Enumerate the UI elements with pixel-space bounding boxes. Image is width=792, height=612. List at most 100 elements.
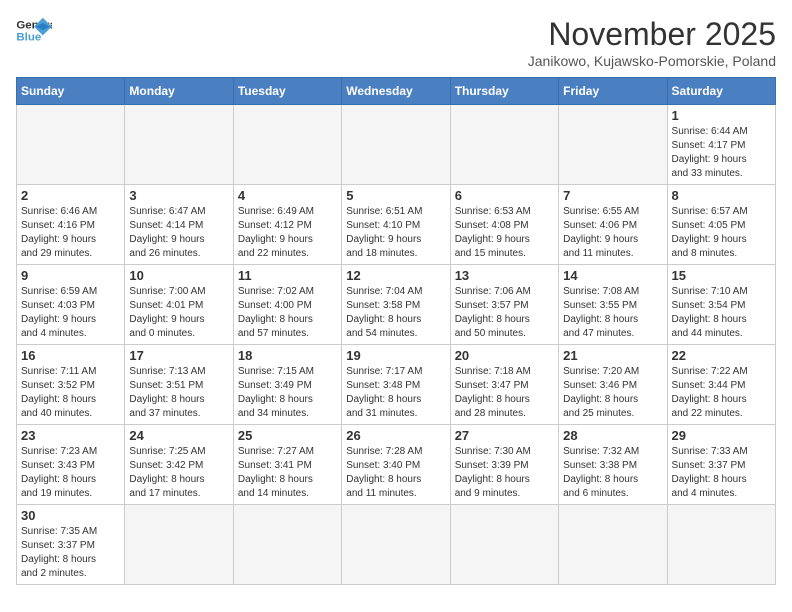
calendar-cell: 1 Sunrise: 6:44 AM Sunset: 4:17 PM Daylig…	[667, 105, 775, 185]
day-info: Sunrise: 7:15 AM Sunset: 3:49 PM Dayligh…	[238, 365, 337, 421]
calendar-cell: 25 Sunrise: 7:27 AM Sunset: 3:41 PM Dayli…	[233, 425, 341, 505]
weekday-header-tuesday: Tuesday	[233, 78, 341, 105]
day-number: 29	[672, 428, 771, 443]
day-number: 17	[129, 348, 228, 363]
calendar-cell: 20 Sunrise: 7:18 AM Sunset: 3:47 PM Dayli…	[450, 345, 558, 425]
calendar-cell	[125, 105, 233, 185]
calendar-cell	[559, 505, 667, 585]
day-info: Sunrise: 6:44 AM Sunset: 4:17 PM Dayligh…	[672, 125, 771, 181]
day-number: 12	[346, 268, 445, 283]
day-info: Sunrise: 7:10 AM Sunset: 3:54 PM Dayligh…	[672, 285, 771, 341]
svg-text:Blue: Blue	[16, 32, 41, 44]
day-info: Sunrise: 6:55 AM Sunset: 4:06 PM Dayligh…	[563, 205, 662, 261]
location-title: Janikowo, Kujawsko-Pomorskie, Poland	[528, 53, 776, 69]
calendar-cell: 9 Sunrise: 6:59 AM Sunset: 4:03 PM Daylig…	[17, 265, 125, 345]
weekday-header-sunday: Sunday	[17, 78, 125, 105]
day-info: Sunrise: 7:33 AM Sunset: 3:37 PM Dayligh…	[672, 445, 771, 501]
calendar-cell: 30 Sunrise: 7:35 AM Sunset: 3:37 PM Dayli…	[17, 505, 125, 585]
week-row-5: 23 Sunrise: 7:23 AM Sunset: 3:43 PM Dayli…	[17, 425, 776, 505]
title-area: November 2025 Janikowo, Kujawsko-Pomorsk…	[528, 16, 776, 69]
day-info: Sunrise: 7:23 AM Sunset: 3:43 PM Dayligh…	[21, 445, 120, 501]
calendar-cell: 3Sunrise: 6:47 AM Sunset: 4:14 PM Daylig…	[125, 185, 233, 265]
day-number: 20	[455, 348, 554, 363]
day-info: Sunrise: 7:20 AM Sunset: 3:46 PM Dayligh…	[563, 365, 662, 421]
calendar-cell: 23 Sunrise: 7:23 AM Sunset: 3:43 PM Dayli…	[17, 425, 125, 505]
day-number: 16	[21, 348, 120, 363]
calendar-cell: 15 Sunrise: 7:10 AM Sunset: 3:54 PM Dayli…	[667, 265, 775, 345]
calendar-cell	[125, 505, 233, 585]
day-number: 5	[346, 188, 445, 203]
day-number: 15	[672, 268, 771, 283]
calendar-cell	[667, 505, 775, 585]
day-info: Sunrise: 7:35 AM Sunset: 3:37 PM Dayligh…	[21, 525, 120, 581]
calendar-cell: 14 Sunrise: 7:08 AM Sunset: 3:55 PM Dayli…	[559, 265, 667, 345]
day-info: Sunrise: 6:57 AM Sunset: 4:05 PM Dayligh…	[672, 205, 771, 261]
day-number: 25	[238, 428, 337, 443]
calendar-cell: 17 Sunrise: 7:13 AM Sunset: 3:51 PM Dayli…	[125, 345, 233, 425]
day-info: Sunrise: 6:49 AM Sunset: 4:12 PM Dayligh…	[238, 205, 337, 261]
weekday-header-monday: Monday	[125, 78, 233, 105]
day-info: Sunrise: 7:27 AM Sunset: 3:41 PM Dayligh…	[238, 445, 337, 501]
calendar-cell: 8Sunrise: 6:57 AM Sunset: 4:05 PM Daylig…	[667, 185, 775, 265]
day-number: 26	[346, 428, 445, 443]
day-info: Sunrise: 7:08 AM Sunset: 3:55 PM Dayligh…	[563, 285, 662, 341]
weekday-header-friday: Friday	[559, 78, 667, 105]
week-row-1: 1 Sunrise: 6:44 AM Sunset: 4:17 PM Daylig…	[17, 105, 776, 185]
day-number: 14	[563, 268, 662, 283]
day-number: 1	[672, 108, 771, 123]
day-info: Sunrise: 7:17 AM Sunset: 3:48 PM Dayligh…	[346, 365, 445, 421]
weekday-header-thursday: Thursday	[450, 78, 558, 105]
calendar-cell: 4Sunrise: 6:49 AM Sunset: 4:12 PM Daylig…	[233, 185, 341, 265]
calendar-cell: 28 Sunrise: 7:32 AM Sunset: 3:38 PM Dayli…	[559, 425, 667, 505]
day-info: Sunrise: 7:04 AM Sunset: 3:58 PM Dayligh…	[346, 285, 445, 341]
calendar-cell	[342, 505, 450, 585]
calendar: SundayMondayTuesdayWednesdayThursdayFrid…	[16, 77, 776, 585]
day-number: 23	[21, 428, 120, 443]
day-info: Sunrise: 7:13 AM Sunset: 3:51 PM Dayligh…	[129, 365, 228, 421]
calendar-cell: 12 Sunrise: 7:04 AM Sunset: 3:58 PM Dayli…	[342, 265, 450, 345]
calendar-cell	[17, 105, 125, 185]
week-row-3: 9 Sunrise: 6:59 AM Sunset: 4:03 PM Daylig…	[17, 265, 776, 345]
day-info: Sunrise: 7:30 AM Sunset: 3:39 PM Dayligh…	[455, 445, 554, 501]
day-info: Sunrise: 7:28 AM Sunset: 3:40 PM Dayligh…	[346, 445, 445, 501]
day-number: 28	[563, 428, 662, 443]
calendar-cell: 10 Sunrise: 7:00 AM Sunset: 4:01 PM Dayli…	[125, 265, 233, 345]
calendar-cell: 26 Sunrise: 7:28 AM Sunset: 3:40 PM Dayli…	[342, 425, 450, 505]
logo: General Blue	[16, 16, 52, 46]
day-number: 9	[21, 268, 120, 283]
weekday-header-row: SundayMondayTuesdayWednesdayThursdayFrid…	[17, 78, 776, 105]
day-info: Sunrise: 6:46 AM Sunset: 4:16 PM Dayligh…	[21, 205, 120, 261]
day-info: Sunrise: 6:53 AM Sunset: 4:08 PM Dayligh…	[455, 205, 554, 261]
day-info: Sunrise: 7:00 AM Sunset: 4:01 PM Dayligh…	[129, 285, 228, 341]
month-title: November 2025	[528, 16, 776, 53]
day-number: 6	[455, 188, 554, 203]
day-number: 24	[129, 428, 228, 443]
calendar-cell: 7Sunrise: 6:55 AM Sunset: 4:06 PM Daylig…	[559, 185, 667, 265]
day-info: Sunrise: 7:25 AM Sunset: 3:42 PM Dayligh…	[129, 445, 228, 501]
week-row-2: 2Sunrise: 6:46 AM Sunset: 4:16 PM Daylig…	[17, 185, 776, 265]
calendar-cell: 5 Sunrise: 6:51 AM Sunset: 4:10 PM Daylig…	[342, 185, 450, 265]
calendar-cell: 24 Sunrise: 7:25 AM Sunset: 3:42 PM Dayli…	[125, 425, 233, 505]
day-number: 22	[672, 348, 771, 363]
calendar-cell: 27Sunrise: 7:30 AM Sunset: 3:39 PM Dayli…	[450, 425, 558, 505]
calendar-cell: 11Sunrise: 7:02 AM Sunset: 4:00 PM Dayli…	[233, 265, 341, 345]
calendar-cell	[233, 505, 341, 585]
day-number: 30	[21, 508, 120, 523]
day-info: Sunrise: 6:51 AM Sunset: 4:10 PM Dayligh…	[346, 205, 445, 261]
day-info: Sunrise: 7:22 AM Sunset: 3:44 PM Dayligh…	[672, 365, 771, 421]
day-info: Sunrise: 6:59 AM Sunset: 4:03 PM Dayligh…	[21, 285, 120, 341]
day-info: Sunrise: 7:02 AM Sunset: 4:00 PM Dayligh…	[238, 285, 337, 341]
calendar-cell: 19Sunrise: 7:17 AM Sunset: 3:48 PM Dayli…	[342, 345, 450, 425]
week-row-6: 30 Sunrise: 7:35 AM Sunset: 3:37 PM Dayli…	[17, 505, 776, 585]
calendar-cell: 22 Sunrise: 7:22 AM Sunset: 3:44 PM Dayli…	[667, 345, 775, 425]
weekday-header-wednesday: Wednesday	[342, 78, 450, 105]
calendar-cell: 18Sunrise: 7:15 AM Sunset: 3:49 PM Dayli…	[233, 345, 341, 425]
week-row-4: 16Sunrise: 7:11 AM Sunset: 3:52 PM Dayli…	[17, 345, 776, 425]
logo-icon: General Blue	[16, 16, 52, 46]
calendar-cell: 13Sunrise: 7:06 AM Sunset: 3:57 PM Dayli…	[450, 265, 558, 345]
day-info: Sunrise: 7:18 AM Sunset: 3:47 PM Dayligh…	[455, 365, 554, 421]
calendar-cell: 21Sunrise: 7:20 AM Sunset: 3:46 PM Dayli…	[559, 345, 667, 425]
day-number: 10	[129, 268, 228, 283]
day-number: 3	[129, 188, 228, 203]
day-info: Sunrise: 7:32 AM Sunset: 3:38 PM Dayligh…	[563, 445, 662, 501]
